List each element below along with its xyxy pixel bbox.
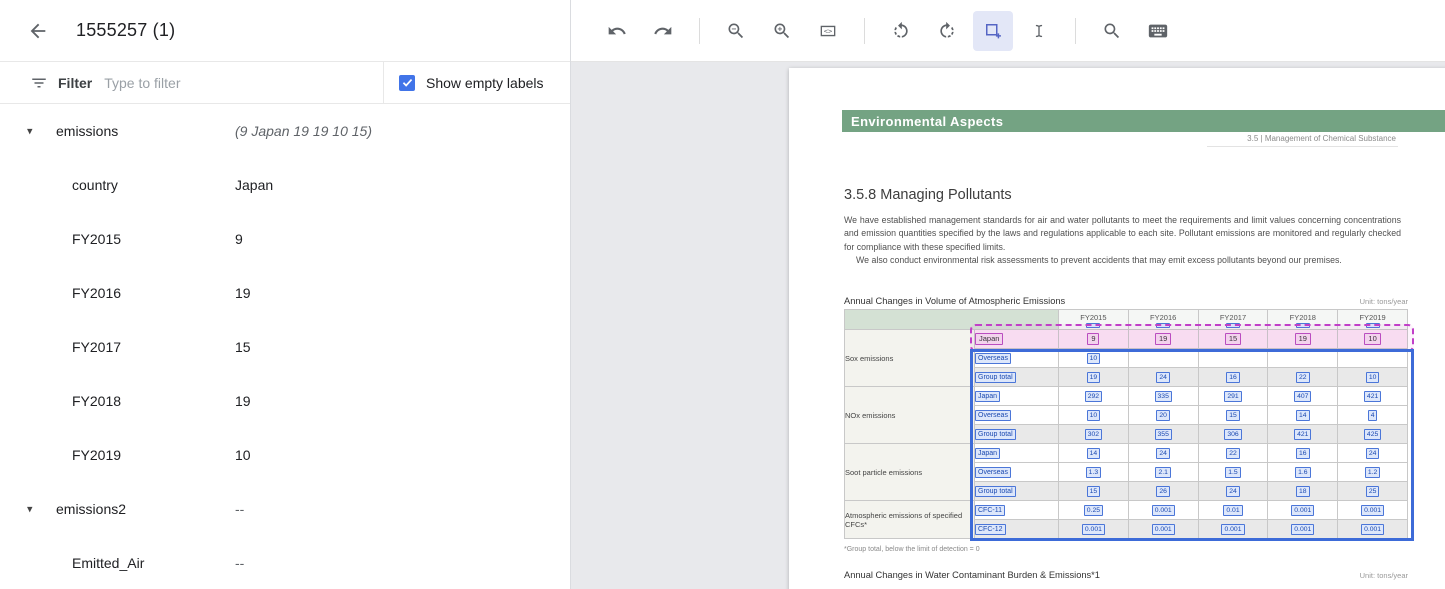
row-group-label: Atmospheric emissions of specified CFCs* <box>845 501 975 539</box>
tree-item-fy2018[interactable]: FY2018 19 <box>0 374 570 428</box>
zoom-out-button[interactable] <box>716 11 756 51</box>
filter-section: Filter <box>0 62 384 103</box>
tree-label: emissions2 <box>56 501 126 517</box>
bounding-box-plus-icon <box>983 21 1003 41</box>
tree-item-fy2016[interactable]: FY2016 19 <box>0 266 570 320</box>
check-icon <box>401 76 414 89</box>
tree-item-emitted-air[interactable]: Emitted_Air -- <box>0 536 570 589</box>
filter-bar: Filter Show empty labels <box>0 62 570 104</box>
show-empty-labels-label: Show empty labels <box>426 75 544 91</box>
tree-value: 19 <box>235 285 251 301</box>
arrow-left-icon <box>27 20 49 42</box>
show-empty-labels-checkbox[interactable] <box>399 75 415 91</box>
undo-button[interactable] <box>597 11 637 51</box>
zoom-in-button[interactable] <box>762 11 802 51</box>
table-unit: Unit: tons/year <box>1360 297 1408 306</box>
caret-down-icon[interactable]: ▾ <box>27 503 33 516</box>
back-button[interactable] <box>24 17 52 45</box>
filter-icon <box>30 74 48 92</box>
tree-label: FY2016 <box>72 285 121 301</box>
fit-view-button[interactable]: <> <box>808 11 848 51</box>
toolbar-separator <box>864 18 865 44</box>
labels-tree: ▾ emissions (9 Japan 19 19 10 15) countr… <box>0 104 570 589</box>
tree-group-emissions[interactable]: ▾ emissions (9 Japan 19 19 10 15) <box>0 104 570 158</box>
document-page: Environmental Aspects 3.5 | Management o… <box>789 68 1445 589</box>
tree-item-fy2017[interactable]: FY2017 15 <box>0 320 570 374</box>
keyboard-icon <box>1147 20 1169 42</box>
emissions-table-wrap: FY2015 FY2016 FY2017 FY2018 FY2019 Sox e… <box>844 309 1408 539</box>
doc-section-title: 3.5.8 Managing Pollutants <box>844 187 1012 203</box>
rotate-right-button[interactable] <box>927 11 967 51</box>
text-select-button[interactable] <box>1019 11 1059 51</box>
svg-text:<>: <> <box>824 26 833 35</box>
zoom-in-icon <box>772 21 792 41</box>
rotate-left-button[interactable] <box>881 11 921 51</box>
tree-label: country <box>72 177 118 193</box>
search-button[interactable] <box>1092 11 1132 51</box>
row-group-label: Soot particle emissions <box>845 444 975 501</box>
undo-icon <box>607 21 627 41</box>
tree-label: Emitted_Air <box>72 555 144 571</box>
viewer-panel: <> Environment <box>571 0 1445 589</box>
tree-label: FY2015 <box>72 231 121 247</box>
page-breadcrumb: 3.5 | Management of Chemical Substance <box>1207 134 1398 147</box>
tree-label: emissions <box>56 123 118 139</box>
keyboard-shortcuts-button[interactable] <box>1138 11 1178 51</box>
code-box-icon: <> <box>818 21 838 41</box>
section-band: Environmental Aspects <box>842 110 1445 132</box>
filter-input[interactable] <box>104 75 383 91</box>
tree-item-fy2019[interactable]: FY2019 10 <box>0 428 570 482</box>
tree-label: FY2018 <box>72 393 121 409</box>
tree-value: 15 <box>235 339 251 355</box>
filter-label: Filter <box>58 75 92 91</box>
tree-value: Japan <box>235 177 273 193</box>
redo-button[interactable] <box>643 11 683 51</box>
tree-label: FY2017 <box>72 339 121 355</box>
tree-value: 19 <box>235 393 251 409</box>
row-group-label: Sox emissions <box>845 330 975 387</box>
tree-value: -- <box>235 501 244 517</box>
tree-item-fy2015[interactable]: FY2015 9 <box>0 212 570 266</box>
show-empty-labels-control: Show empty labels <box>384 62 570 103</box>
text-cursor-icon <box>1029 21 1049 41</box>
sox-japan-annotation-box[interactable] <box>970 324 1414 352</box>
tree-value: 9 <box>235 231 243 247</box>
tree-value: (9 Japan 19 19 10 15) <box>235 123 372 139</box>
table-caption: Annual Changes in Volume of Atmospheric … <box>844 296 1408 306</box>
tree-item-country[interactable]: country Japan <box>0 158 570 212</box>
redo-icon <box>653 21 673 41</box>
table2-unit: Unit: tons/year <box>1360 571 1408 580</box>
table2-title: Annual Changes in Water Contaminant Burd… <box>844 570 1100 580</box>
table2-caption: Annual Changes in Water Contaminant Burd… <box>844 570 1408 580</box>
document-title: 1555257 (1) <box>76 20 175 41</box>
tree-group-emissions2[interactable]: ▾ emissions2 -- <box>0 482 570 536</box>
viewer-toolbar: <> <box>571 0 1445 62</box>
app: 1555257 (1) Filter Show empty labels ▾ e… <box>0 0 1445 589</box>
left-panel: 1555257 (1) Filter Show empty labels ▾ e… <box>0 0 571 589</box>
row-group-label: NOx emissions <box>845 387 975 444</box>
rotate-left-icon <box>891 21 911 41</box>
zoom-out-icon <box>726 21 746 41</box>
toolbar-separator <box>699 18 700 44</box>
document-canvas[interactable]: Environmental Aspects 3.5 | Management o… <box>571 62 1445 589</box>
rotate-right-icon <box>937 21 957 41</box>
selection-annotation-box[interactable] <box>970 349 1414 541</box>
doc-paragraph: We have established management standards… <box>844 214 1401 254</box>
draw-bounding-box-button[interactable] <box>973 11 1013 51</box>
doc-body-text: We have established management standards… <box>844 214 1401 267</box>
tree-value: -- <box>235 555 244 571</box>
table-footnote: *Group total, below the limit of detecti… <box>844 546 980 553</box>
table-title: Annual Changes in Volume of Atmospheric … <box>844 296 1065 306</box>
tree-value: 10 <box>235 447 251 463</box>
left-panel-header: 1555257 (1) <box>0 0 570 62</box>
tree-label: FY2019 <box>72 447 121 463</box>
toolbar-separator <box>1075 18 1076 44</box>
caret-down-icon[interactable]: ▾ <box>27 125 33 138</box>
doc-paragraph: We also conduct environmental risk asses… <box>844 254 1401 267</box>
search-icon <box>1102 21 1122 41</box>
